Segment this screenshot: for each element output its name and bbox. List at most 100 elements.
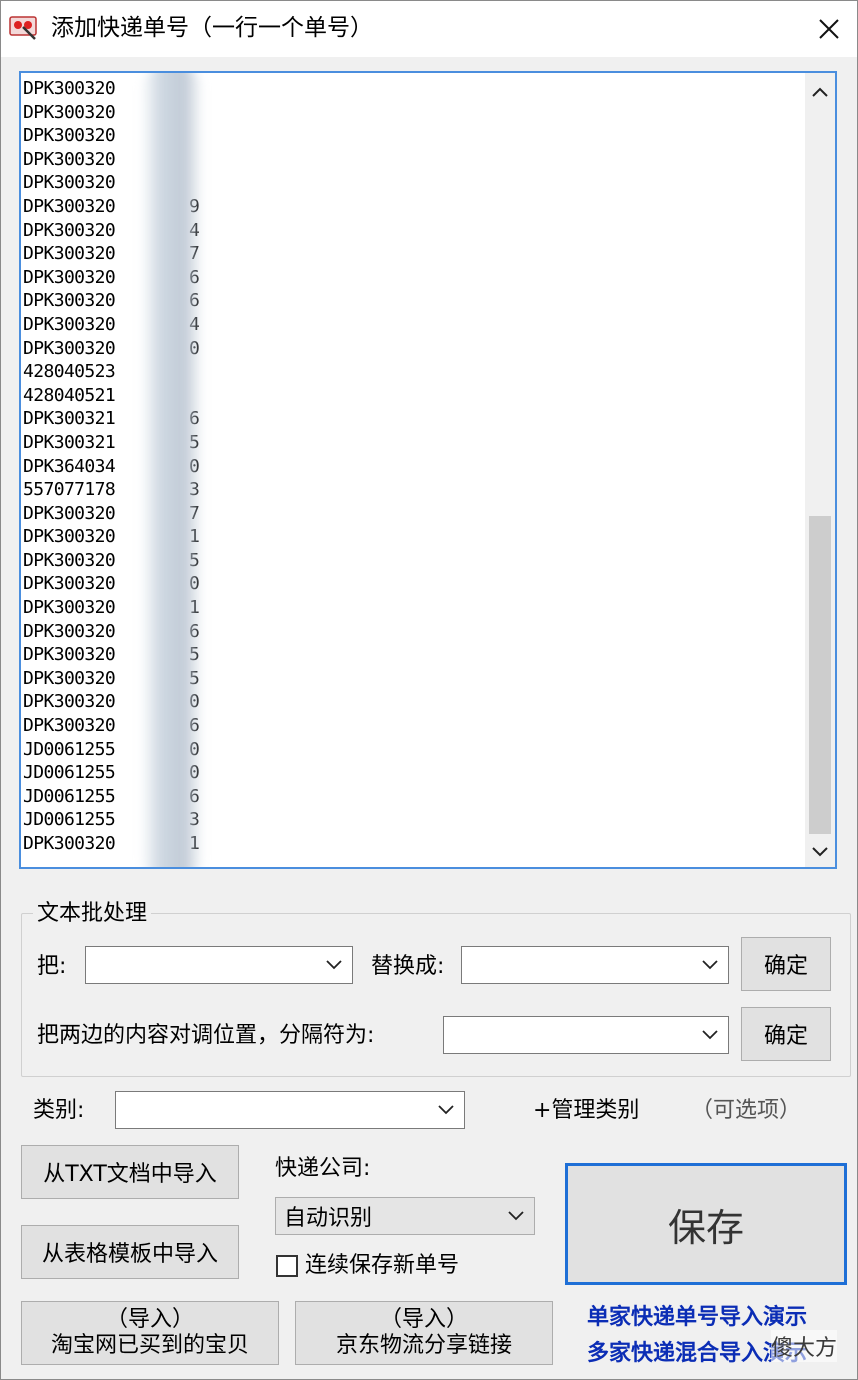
tracking-line: DPK300320 [23,171,116,195]
chevron-down-icon [702,1030,718,1040]
tracking-line-prefix: DPK300320 [23,243,116,265]
tracking-line: DPK3003206 [23,289,200,313]
manage-category-link[interactable]: +管理类别 [533,1096,639,1126]
tracking-line: DPK300320 [23,124,116,148]
import-taobao-top: （导入） [105,1307,194,1332]
swap-confirm-button[interactable]: 确定 [741,1007,831,1061]
courier-combo[interactable]: 自动识别 [275,1197,535,1235]
window-title: 添加快递单号（一行一个单号） [51,15,373,41]
import-jd-top: （导入） [379,1307,468,1332]
tracking-line: DPK3003206 [23,714,200,738]
tracking-line-prefix: DPK300321 [23,431,116,453]
tracking-numbers-textarea[interactable]: DPK300320 DPK300320 DPK300320 DPK300320 DPK3… [19,71,837,869]
tracking-line-prefix: DPK300320 [23,526,116,548]
tracking-line-prefix: DPK300320 [23,337,116,359]
tracking-line: 428040523 [23,360,116,384]
scroll-down-button[interactable] [805,837,835,867]
chevron-down-icon [702,960,718,970]
import-tracking-dialog: 添加快递单号（一行一个单号） DPK300320 DPK300320 DPK3003… [0,0,858,1380]
tracking-line: DPK3003200 [23,337,200,361]
tracking-line: DPK3640340 [23,455,200,479]
app-icon [9,15,39,41]
tracking-line-prefix: DPK300320 [23,715,116,737]
replace-label: 把: [37,954,67,979]
close-icon [819,19,839,39]
title-bar[interactable]: 添加快递单号（一行一个单号） [1,1,857,57]
tracking-line: 5570771783 [23,478,200,502]
swap-label: 把两边的内容对调位置，分隔符为: [37,1023,375,1048]
tracking-line-prefix: DPK300320 [23,691,116,713]
chevron-down-icon [438,1105,454,1115]
tracking-line-prefix: DPK300320 [23,620,116,642]
tracking-line: JD00612553 [23,808,200,832]
tracking-line: DPK3003205 [23,667,200,691]
optional-note: （可选项） [691,1098,802,1123]
tracking-line: DPK3003205 [23,643,200,667]
import-taobao-bottom: 淘宝网已买到的宝贝 [50,1333,249,1358]
tracking-line: JD00612550 [23,761,200,785]
tracking-line-prefix: DPK300320 [23,667,116,689]
replace-from-combo[interactable] [85,946,353,984]
replace-confirm-button[interactable]: 确定 [741,937,831,991]
category-label: 类别: [33,1098,85,1123]
tracking-line: DPK3003206 [23,266,200,290]
scroll-up-button[interactable] [805,77,835,107]
close-button[interactable] [807,9,851,49]
privacy-blur [141,73,203,867]
chevron-down-icon [508,1211,524,1221]
courier-selected-value: 自动识别 [284,1206,373,1231]
tracking-line-prefix: DPK300320 [23,502,116,524]
separator-combo[interactable] [443,1016,729,1054]
continuous-save-checkbox[interactable] [276,1255,298,1277]
scroll-thumb[interactable] [809,516,831,834]
tracking-line: DPK3003209 [23,195,200,219]
tracking-line-prefix: DPK300320 [23,290,116,312]
import-jd-bottom: 京东物流分享链接 [335,1333,512,1358]
vertical-scrollbar[interactable] [805,73,835,867]
import-from-txt-button[interactable]: 从TXT文档中导入 [21,1145,239,1199]
tracking-line: DPK300320 [23,77,116,101]
import-from-template-button[interactable]: 从表格模板中导入 [21,1225,239,1279]
continuous-save-label: 连续保存新单号 [305,1253,460,1278]
tracking-line: DPK3003205 [23,549,200,573]
import-taobao-button[interactable]: （导入） 淘宝网已买到的宝贝 [21,1301,279,1365]
tracking-line-prefix: DPK300320 [23,148,116,170]
tracking-line-prefix: DPK300320 [23,597,116,619]
tracking-line: DPK300320 [23,148,116,172]
chevron-down-icon [812,847,828,857]
tracking-line: DPK3003201 [23,832,200,856]
tracking-line: DPK3003206 [23,620,200,644]
tracking-line: 428040521 [23,384,116,408]
tracking-line: DPK3003207 [23,242,200,266]
tracking-line-prefix: 557077178 [23,479,116,501]
tracking-line: DPK3003215 [23,431,200,455]
tracking-line-prefix: DPK300320 [23,549,116,571]
tracking-line-prefix: JD0061255 [23,738,116,760]
courier-label: 快递公司: [275,1156,371,1181]
tracking-line-prefix: 428040523 [23,361,116,383]
tracking-line-prefix: DPK300320 [23,313,116,335]
tracking-line: DPK3003207 [23,502,200,526]
tracking-line-prefix: DPK300320 [23,833,116,854]
tracking-line: DPK3003200 [23,572,200,596]
tracking-line-prefix: JD0061255 [23,762,116,784]
tracking-lines: DPK300320 DPK300320 DPK300320 DPK300320 DPK3… [23,77,200,856]
tracking-line: JD00612550 [23,738,200,762]
tracking-line: DPK300320 [23,101,116,125]
tracking-line-prefix: DPK300320 [23,573,116,595]
single-courier-demo-link[interactable]: 单家快递单号导入演示 [587,1299,807,1331]
tracking-line-prefix: JD0061255 [23,785,116,807]
tracking-line-prefix: DPK300321 [23,408,116,430]
category-combo[interactable] [115,1091,465,1129]
tracking-line: DPK3003201 [23,596,200,620]
tracking-line-prefix: DPK300320 [23,78,116,99]
tracking-line-prefix: DPK300320 [23,644,116,666]
tracking-line-prefix: DPK300320 [23,219,116,241]
import-jd-button[interactable]: （导入） 京东物流分享链接 [295,1301,553,1365]
watermark: 傻大方 [771,1330,838,1362]
save-button[interactable]: 保存 [565,1163,847,1285]
tracking-line: DPK3003200 [23,690,200,714]
tracking-line-prefix: DPK364034 [23,455,116,477]
tracking-line: DPK3003216 [23,407,200,431]
replace-with-combo[interactable] [461,946,729,984]
